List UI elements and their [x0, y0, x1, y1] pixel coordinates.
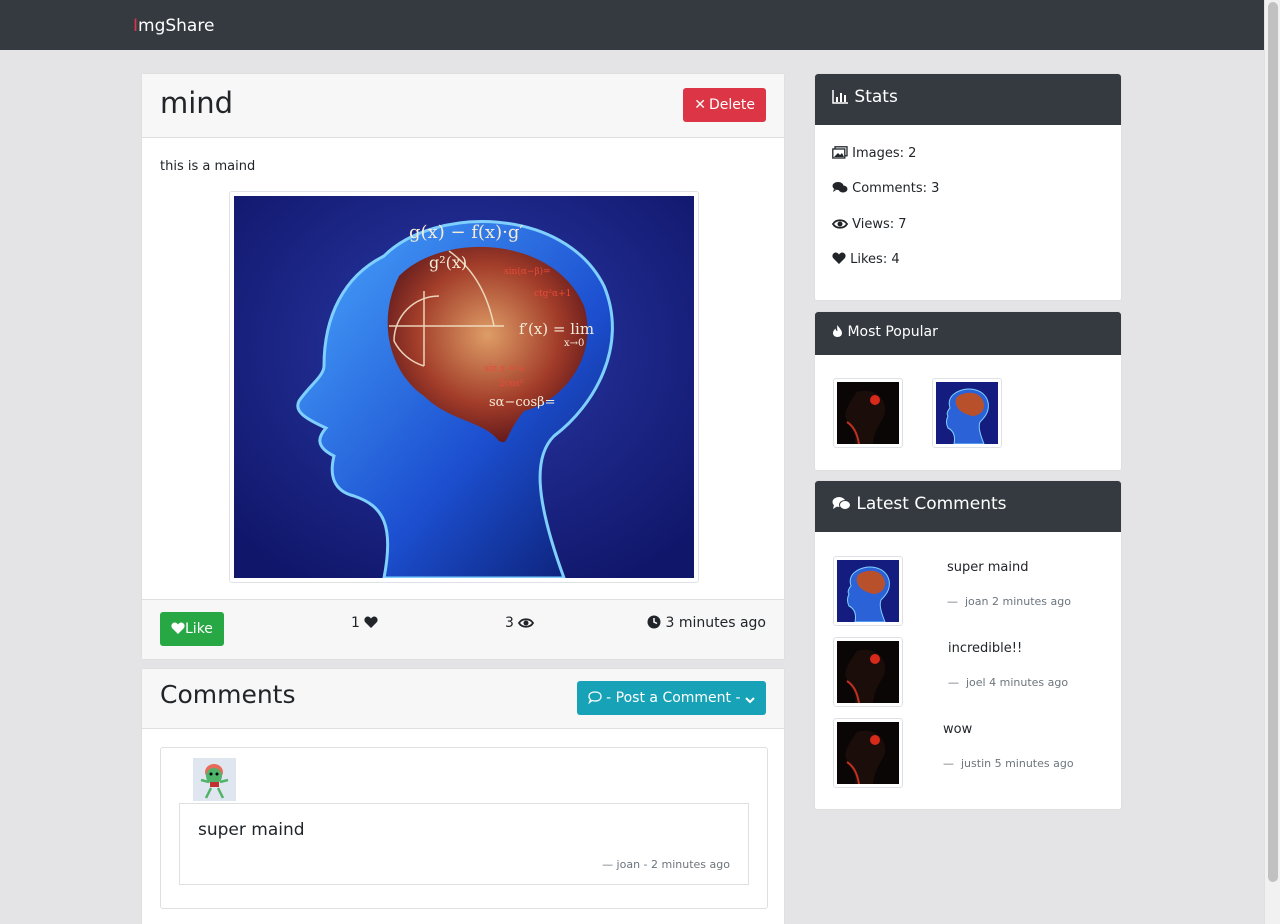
- time-value: 3 minutes ago: [665, 615, 766, 631]
- fire-icon: [832, 324, 843, 342]
- delete-label: Delete: [709, 97, 755, 113]
- stat-comments-text: Comments: 3: [852, 181, 940, 196]
- eye-icon: [518, 617, 535, 633]
- latest-comments-card: Latest Comments super maind — joan 2 min…: [814, 480, 1122, 810]
- main-image: g(x) − f(x)·g′ g²(x) f′(x) = lim x→0 sα−…: [229, 191, 699, 583]
- avatar: [193, 758, 236, 801]
- page-scrollbar[interactable]: [1264, 0, 1280, 924]
- likes-count: 1: [351, 615, 378, 633]
- svg-text:g(x) − f(x)·g′: g(x) − f(x)·g′: [409, 222, 523, 243]
- svg-text:ctg²α+1: ctg²α+1: [534, 289, 571, 299]
- latest-comment-text-2: incredible!!: [948, 641, 1023, 656]
- upload-time: 3 minutes ago: [647, 615, 766, 633]
- brand-link[interactable]: ImgShare: [133, 16, 214, 36]
- comment-item: super maind — joan - 2 minutes ago: [160, 747, 768, 909]
- popular-thumb-2[interactable]: [932, 378, 1002, 448]
- clock-icon: [647, 615, 661, 633]
- images-icon: [832, 146, 848, 163]
- views-value: 3: [505, 615, 514, 631]
- popular-thumb-1[interactable]: [833, 378, 903, 448]
- comments-icon: [832, 181, 848, 198]
- image-card-header: mind ✕ Delete: [142, 74, 784, 138]
- latest-comment-meta-2-text: joel 4 minutes ago: [966, 676, 1069, 689]
- scrollbar-thumb[interactable]: [1268, 2, 1278, 882]
- latest-comments-title-text: Latest Comments: [856, 494, 1007, 514]
- stat-images: Images: 2: [832, 146, 916, 163]
- latest-comments-title: Latest Comments: [832, 494, 1007, 516]
- delete-button[interactable]: ✕ Delete: [683, 88, 766, 122]
- like-button[interactable]: Like: [160, 612, 224, 646]
- most-popular-title: Most Popular: [832, 324, 938, 342]
- eye-icon: [831, 218, 849, 234]
- comment-icon: [587, 683, 602, 717]
- svg-text:sin x = a: sin x = a: [484, 364, 524, 374]
- latest-comments-header: Latest Comments: [815, 481, 1121, 532]
- image-card: mind ✕ Delete this is a maind g(x) − f(x…: [141, 73, 785, 660]
- latest-comment-thumb-2[interactable]: [833, 637, 903, 707]
- most-popular-header: Most Popular: [815, 312, 1121, 355]
- post-comment-label: - Post a Comment -: [606, 690, 741, 706]
- bar-chart-icon: [832, 89, 849, 109]
- times-icon: ✕: [694, 97, 706, 113]
- stat-views-text: Views: 7: [852, 217, 907, 232]
- latest-comment-thumb-3[interactable]: [833, 718, 903, 788]
- most-popular-card: Most Popular: [814, 311, 1122, 471]
- heart-icon: [171, 614, 185, 648]
- svg-text:f′(x) = lim: f′(x) = lim: [519, 320, 594, 338]
- chevron-down-icon: [745, 683, 755, 717]
- svg-text:x→0: x→0: [564, 338, 584, 349]
- views-count: 3: [505, 615, 535, 633]
- latest-comment-meta-1: — joan 2 minutes ago: [947, 595, 1071, 608]
- image-card-footer: Like 1 3 3 minutes ago: [142, 599, 784, 659]
- most-popular-title-text: Most Popular: [847, 324, 938, 340]
- stats-title-text: Stats: [854, 87, 898, 107]
- latest-comment-meta-1-text: joan 2 minutes ago: [965, 595, 1071, 608]
- latest-comment-meta-3: — justin 5 minutes ago: [943, 757, 1074, 770]
- image-title: mind: [160, 86, 234, 120]
- stat-likes-text: Likes: 4: [850, 252, 900, 267]
- brand-rest: mgShare: [138, 16, 215, 36]
- stat-likes: Likes: 4: [832, 252, 900, 269]
- comments-card: Comments - Post a Comment - super maind …: [141, 668, 785, 924]
- latest-comment-meta-2: — joel 4 minutes ago: [948, 676, 1069, 689]
- heart-icon: [832, 252, 846, 269]
- svg-text:2cos²: 2cos²: [499, 379, 524, 389]
- latest-comment-meta-3-text: justin 5 minutes ago: [961, 757, 1074, 770]
- latest-comment-text-1: super maind: [947, 560, 1029, 575]
- comments-icon: [832, 496, 851, 516]
- navbar: ImgShare: [0, 0, 1264, 50]
- latest-comment-text-3: wow: [943, 722, 973, 737]
- svg-text:sin(α−β)=: sin(α−β)=: [504, 266, 551, 277]
- stat-comments: Comments: 3: [832, 181, 939, 198]
- comment-body: super maind — joan - 2 minutes ago: [179, 803, 749, 885]
- latest-comment-thumb-1[interactable]: [833, 556, 903, 626]
- svg-text:g²(x): g²(x): [429, 253, 467, 272]
- like-label: Like: [185, 621, 213, 637]
- comment-meta: — joan - 2 minutes ago: [602, 858, 730, 871]
- brain-head-image: g(x) − f(x)·g′ g²(x) f′(x) = lim x→0 sα−…: [234, 196, 694, 578]
- stat-images-text: Images: 2: [852, 146, 917, 161]
- heart-icon: [364, 616, 378, 633]
- comments-header: Comments - Post a Comment -: [142, 669, 784, 729]
- comment-text: super maind: [198, 820, 305, 840]
- stats-card: Stats Images: 2 Comments: 3 Views: 7 Lik…: [814, 73, 1122, 301]
- likes-value: 1: [351, 615, 360, 631]
- post-comment-button[interactable]: - Post a Comment -: [576, 681, 766, 717]
- comments-title: Comments: [160, 680, 296, 709]
- stat-views: Views: 7: [831, 217, 907, 234]
- stats-header: Stats: [815, 74, 1121, 125]
- stats-title: Stats: [832, 87, 898, 109]
- image-description: this is a maind: [160, 159, 256, 174]
- svg-text:sα−cosβ=: sα−cosβ=: [489, 395, 556, 410]
